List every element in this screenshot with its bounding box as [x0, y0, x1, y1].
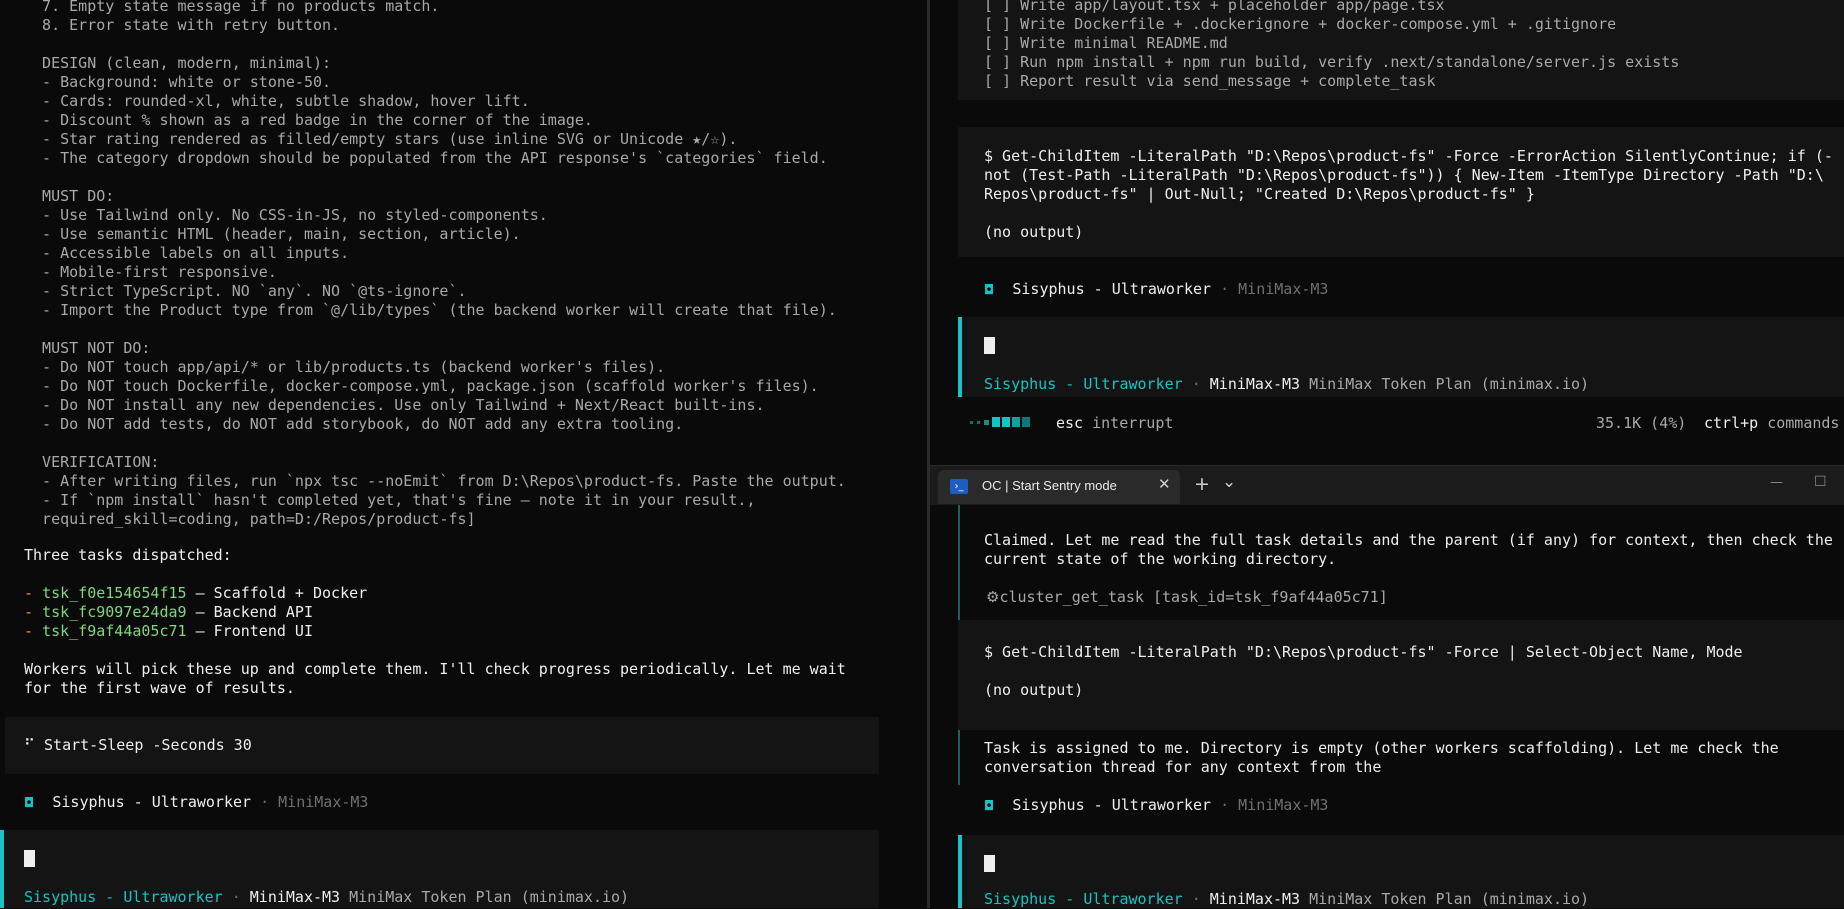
terminal-tab-bar: ›_ OC | Start Sentry mode ✕ + ⌄ — ☐ — [930, 465, 1844, 506]
command-output: (no output) — [984, 681, 1084, 699]
prompt-text-line: MUST NOT DO: — [24, 339, 151, 357]
workers-message-line: for the first wave of results. — [24, 679, 295, 697]
command-line: $ Get-ChildItem -LiteralPath "D:\Repos\p… — [984, 147, 1833, 165]
prompt-text-line: - Do NOT touch app/api/* or lib/products… — [24, 358, 666, 376]
task-list-item: - tsk_fc9097e24da9 — Backend API — [24, 603, 313, 621]
todo-item: [ ] Write minimal README.md — [984, 34, 1228, 52]
prompt-text-line: - Discount % shown as a red badge in the… — [24, 111, 593, 129]
prompt-text-line: - Import the Product type from `@/lib/ty… — [24, 301, 837, 319]
prompt-text-line: - If `npm install` hasn't completed yet,… — [24, 491, 756, 509]
text-cursor[interactable] — [984, 337, 995, 354]
prompt-text-line: - Do NOT touch Dockerfile, docker-compos… — [24, 377, 819, 395]
prompt-text-line: - Do NOT add tests, do NOT add storybook… — [24, 415, 684, 433]
assigned-message: Task is assigned to me. Directory is emp… — [984, 739, 1779, 757]
prompt-text-line: - Do NOT install any new dependencies. U… — [24, 396, 765, 414]
prompt-footer: Sisyphus - Ultraworker · MiniMax-M3 Mini… — [984, 890, 1590, 908]
command-line: Repos\product-fs" | Out-Null; "Created D… — [984, 185, 1535, 203]
commands-hint: ctrl+p commands — [1704, 414, 1840, 432]
tool-call-line: ⚙cluster_get_task [task_id=tsk_f9af44a05… — [986, 588, 1388, 606]
maximize-button[interactable]: ☐ — [1814, 474, 1827, 490]
agent-status-line: ◘ Sisyphus - Ultraworker · MiniMax-M3 — [984, 280, 1329, 298]
prompt-text-line: VERIFICATION: — [24, 453, 160, 471]
agent-icon: ◘ — [984, 283, 995, 298]
command-block — [958, 620, 1844, 730]
todo-item: [ ] Write Dockerfile + .dockerignore + d… — [984, 15, 1617, 33]
todo-item: [ ] Run npm install + npm run build, ver… — [984, 53, 1680, 71]
gear-icon: ⚙ — [986, 588, 1000, 606]
prompt-text-line: - Strict TypeScript. NO `any`. NO `@ts-i… — [24, 282, 467, 300]
close-tab-icon[interactable]: ✕ — [1158, 475, 1171, 493]
left-terminal-pane: 7. Empty state message if no products ma… — [0, 0, 895, 908]
command-line: not (Test-Path -LiteralPath "D:\Repos\pr… — [984, 166, 1824, 184]
right-bottom-terminal-pane: Claimed. Let me read the full task detai… — [930, 505, 1844, 908]
agent-icon: ◘ — [984, 799, 995, 814]
dispatched-heading: Three tasks dispatched: — [24, 546, 232, 564]
text-cursor[interactable] — [24, 850, 35, 867]
command-line: $ Get-ChildItem -LiteralPath "D:\Repos\p… — [984, 643, 1743, 661]
prompt-text-line: - Cards: rounded-xl, white, subtle shado… — [24, 92, 530, 110]
agent-status-line: ◘ Sisyphus - Ultraworker · MiniMax-M3 — [24, 793, 369, 811]
command-output: (no output) — [984, 223, 1084, 241]
token-usage: 35.1K (4%) — [1596, 414, 1687, 432]
task-list-item: - tsk_f0e154654f15 — Scaffold + Docker — [24, 584, 368, 602]
prompt-text-line: DESIGN (clean, modern, minimal): — [24, 54, 332, 72]
prompt-text-line: - Star rating rendered as filled/empty s… — [24, 130, 738, 148]
prompt-accent-bar — [958, 835, 962, 908]
prompt-footer: Sisyphus - Ultraworker · MiniMax-M3 Mini… — [984, 375, 1590, 393]
prompt-text-line: - The category dropdown should be popula… — [24, 149, 828, 167]
agent-icon: ◘ — [24, 796, 35, 811]
prompt-text-line: - After writing files, run `npx tsc --no… — [24, 472, 846, 490]
powershell-icon: ›_ — [950, 479, 968, 494]
new-tab-button[interactable]: + — [1194, 473, 1210, 495]
claimed-message: current state of the working directory. — [984, 550, 1337, 568]
text-cursor[interactable] — [984, 855, 995, 872]
workers-message-line: Workers will pick these up and complete … — [24, 660, 846, 678]
prompt-text-line: - Mobile-first responsive. — [24, 263, 277, 281]
right-top-terminal-pane: [ ] Write app/layout.tsx + placeholder a… — [930, 0, 1844, 463]
todo-item: [ ] Report result via send_message + com… — [984, 72, 1436, 90]
prompt-footer: Sisyphus - Ultraworker · MiniMax-M3 Mini… — [24, 888, 630, 906]
progress-indicator — [970, 417, 1070, 427]
task-list-item: - tsk_f9af44a05c71 — Frontend UI — [24, 622, 313, 640]
prompt-text-line: 8. Error state with retry button. — [24, 16, 341, 34]
tab-title: OC | Start Sentry mode — [982, 478, 1117, 493]
prompt-text-line: - Use semantic HTML (header, main, secti… — [24, 225, 521, 243]
prompt-text-line: MUST DO: — [24, 187, 115, 205]
prompt-text-line: 7. Empty state message if no products ma… — [24, 0, 440, 15]
minimize-button[interactable]: — — [1770, 475, 1783, 490]
spinner-icon: ⠋ — [24, 736, 35, 754]
tab-dropdown-button[interactable]: ⌄ — [1222, 472, 1236, 492]
prompt-accent-bar — [958, 317, 962, 397]
interrupt-hint: esc interrupt — [1056, 414, 1174, 432]
assigned-message: conversation thread for any context from… — [984, 758, 1382, 776]
prompt-text-line: - Use Tailwind only. No CSS-in-JS, no st… — [24, 206, 548, 224]
agent-status-line: ◘ Sisyphus - Ultraworker · MiniMax-M3 — [984, 796, 1329, 814]
tab-oc-start-sentry-mode[interactable]: ›_ OC | Start Sentry mode ✕ — [938, 470, 1180, 504]
todo-item: [ ] Write app/layout.tsx + placeholder a… — [984, 0, 1445, 14]
prompt-text-line: required_skill=coding, path=D:/Repos/pro… — [24, 510, 476, 528]
sleep-command: ⠋ Start-Sleep -Seconds 30 — [24, 736, 252, 754]
prompt-text-line: - Accessible labels on all inputs. — [24, 244, 350, 262]
claimed-message: Claimed. Let me read the full task detai… — [984, 531, 1833, 549]
prompt-text-line: - Background: white or stone-50. — [24, 73, 332, 91]
prompt-accent-bar — [0, 830, 4, 908]
